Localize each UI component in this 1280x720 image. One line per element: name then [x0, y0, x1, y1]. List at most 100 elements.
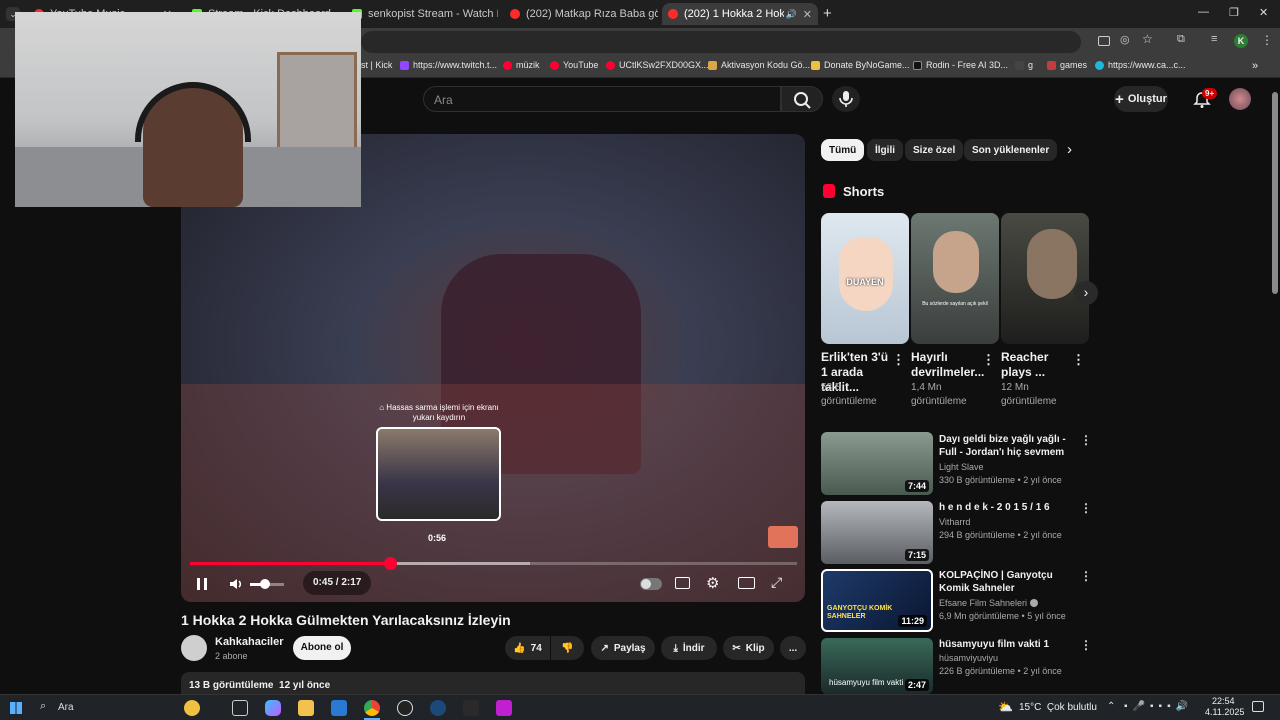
channel-avatar[interactable] [181, 635, 207, 661]
taskbar-search-icon[interactable]: ⌕ [40, 700, 46, 713]
settings-gear-icon[interactable]: ⚙ [706, 574, 719, 592]
related-menu-icon[interactable]: ⋮ [1080, 569, 1092, 583]
task-view-icon[interactable] [232, 700, 248, 716]
pause-button[interactable] [192, 574, 212, 594]
related-menu-icon[interactable]: ⋮ [1080, 501, 1092, 515]
bookmark-star-icon[interactable]: ☆ [1142, 32, 1153, 46]
tab-senkopist-stream[interactable]: senkopist Stream - Watch Live✕ [346, 3, 498, 25]
short-title[interactable]: Reacher plays ... [1001, 350, 1075, 380]
short-menu-icon[interactable]: ⋮ [892, 352, 905, 368]
epic-games-icon[interactable] [463, 700, 479, 716]
short-thumbnail[interactable]: DUAYEN [821, 213, 909, 344]
bookmark-ca[interactable]: https://www.ca...c... [1095, 60, 1186, 70]
related-title[interactable]: hüsamyuyu film vakti 1 [939, 638, 1074, 651]
short-thumbnail[interactable]: Bu sözlerde sayılan açık şekil [911, 213, 999, 344]
search-button[interactable] [781, 86, 823, 112]
bookmark-channel[interactable]: UCtlKSw2FXD00GX... [606, 60, 709, 70]
close-tab-icon[interactable]: ✕ [797, 8, 812, 21]
file-explorer-icon[interactable] [298, 700, 314, 716]
related-thumbnail[interactable]: 7:15 [821, 501, 933, 564]
weather-text[interactable]: 15°C Çok bulutlu [1019, 702, 1097, 713]
like-button[interactable]: 👍 74 [505, 636, 550, 660]
chips-next-arrow-icon[interactable]: › [1067, 141, 1072, 158]
account-avatar[interactable] [1229, 88, 1251, 110]
tab-matkap-riza[interactable]: (202) Matkap Rıza Baba görev✕ [504, 3, 658, 25]
install-app-icon[interactable] [1098, 36, 1110, 46]
short-menu-icon[interactable]: ⋮ [1072, 352, 1085, 368]
channel-name[interactable]: Kahkahaciler [215, 636, 283, 648]
short-thumbnail[interactable] [1001, 213, 1089, 344]
subscribe-button[interactable]: Abone ol [293, 636, 351, 660]
chrome-menu-icon[interactable]: ⋮ [1261, 33, 1273, 47]
related-channel[interactable]: Vitharrd [939, 517, 970, 527]
related-title[interactable]: h e n d e k - 2 0 1 5 / 1 6 [939, 501, 1074, 514]
bookmark-rodin[interactable]: Rodin - Free AI 3D... [913, 60, 1008, 70]
close-window-icon[interactable]: ✕ [1259, 6, 1268, 19]
chip-all[interactable]: Tümü [821, 139, 865, 161]
notifications-button[interactable]: 9+ [1192, 88, 1218, 110]
related-thumbnail[interactable]: GANYOTÇU KOMİK SAHNELER 11:29 [821, 569, 933, 632]
download-button[interactable]: ⤓ İndir [661, 636, 717, 660]
copilot-icon[interactable] [265, 700, 281, 716]
extensions-icon[interactable]: ⧉ [1177, 33, 1185, 46]
steam-icon[interactable] [430, 700, 446, 716]
dislike-button[interactable]: 👎 [551, 636, 584, 660]
create-button[interactable]: + Oluştur [1114, 86, 1168, 112]
related-channel[interactable]: hüsamviyuviyu [939, 653, 998, 663]
search-input[interactable]: Ara [423, 86, 781, 112]
subtitles-icon[interactable] [675, 577, 690, 589]
short-title[interactable]: Hayırlı devrilmeler... [911, 350, 985, 380]
bookmark-g[interactable]: g [1015, 60, 1033, 70]
bookmark-donate[interactable]: Donate ByNoGame... [811, 60, 910, 70]
chrome-icon[interactable] [364, 700, 380, 716]
bookmark-aktivasyon[interactable]: Aktivasyon Kodu Gö... [708, 60, 810, 70]
audio-playing-icon[interactable]: 🔊 [786, 9, 797, 20]
bookmark-muzik[interactable]: müzik [503, 60, 540, 70]
related-thumbnail[interactable]: 7:44 [821, 432, 933, 495]
fullscreen-icon[interactable]: ⤢ [771, 574, 782, 591]
tray-overflow-icon[interactable]: ⌃ [1107, 701, 1115, 712]
bookmark-youtube[interactable]: YouTube [550, 60, 598, 70]
tray-icons[interactable]: ▪🎤▪▪▪🔊 [1124, 701, 1193, 712]
more-actions-button[interactable]: ... [780, 636, 806, 660]
eye-off-icon[interactable]: ◎ [1120, 33, 1130, 46]
clock-date[interactable]: 4.11.2025 [1205, 707, 1244, 717]
chip-related[interactable]: İlgili [867, 139, 903, 161]
volume-slider-handle[interactable] [260, 579, 270, 589]
related-menu-icon[interactable]: ⋮ [1080, 638, 1092, 652]
obs-icon[interactable] [397, 700, 413, 716]
taskbar-search[interactable]: Ara [58, 702, 74, 713]
profile-avatar[interactable]: K [1234, 34, 1248, 48]
address-bar[interactable] [361, 31, 1081, 53]
chip-for-you[interactable]: Size özel [905, 139, 964, 161]
related-title[interactable]: KOLPAÇİNO | Ganyotçu Komik Sahneler [939, 569, 1074, 595]
page-scrollbar[interactable] [1272, 92, 1278, 294]
mute-button[interactable] [226, 574, 246, 594]
minimize-window-icon[interactable]: — [1198, 6, 1209, 18]
bookmark-kick[interactable]: st | Kick [361, 60, 392, 70]
related-thumbnail[interactable]: hüsamyuyu film vakti 2:47 [821, 638, 933, 694]
related-menu-icon[interactable]: ⋮ [1080, 433, 1092, 447]
tab-hokka-video[interactable]: (202) 1 Hokka 2 Hokka Gülm🔊✕ [662, 3, 818, 25]
start-windows-icon[interactable] [10, 702, 22, 714]
bookmark-games[interactable]: games [1047, 60, 1087, 70]
autoplay-toggle[interactable] [640, 578, 662, 590]
voice-search-button[interactable] [832, 86, 860, 112]
clock-time[interactable]: 22:54 [1212, 696, 1235, 706]
shorts-next-button[interactable]: › [1074, 281, 1098, 305]
store-icon[interactable] [331, 700, 347, 716]
new-tab-button[interactable]: + [823, 5, 832, 22]
short-menu-icon[interactable]: ⋮ [982, 352, 995, 368]
app-icon[interactable] [496, 700, 512, 716]
progress-scrubber-handle[interactable] [384, 557, 397, 570]
share-button[interactable]: ↗ Paylaş [591, 636, 655, 660]
widgets-sparkle-icon[interactable] [184, 700, 200, 716]
related-channel[interactable]: Efsane Film Sahneleri [939, 598, 1039, 608]
related-channel[interactable]: Light Slave [939, 462, 984, 472]
bookmark-twitch[interactable]: https://www.twitch.t... [400, 60, 497, 70]
related-title[interactable]: Dayı geldi bize yağlı yağlı - Full - Jor… [939, 433, 1074, 459]
bookmarks-overflow-icon[interactable]: » [1252, 60, 1258, 72]
theater-mode-icon[interactable] [738, 577, 755, 589]
chip-recently-uploaded[interactable]: Son yüklenenler [964, 139, 1058, 161]
clip-button[interactable]: ✂ Klip [723, 636, 774, 660]
